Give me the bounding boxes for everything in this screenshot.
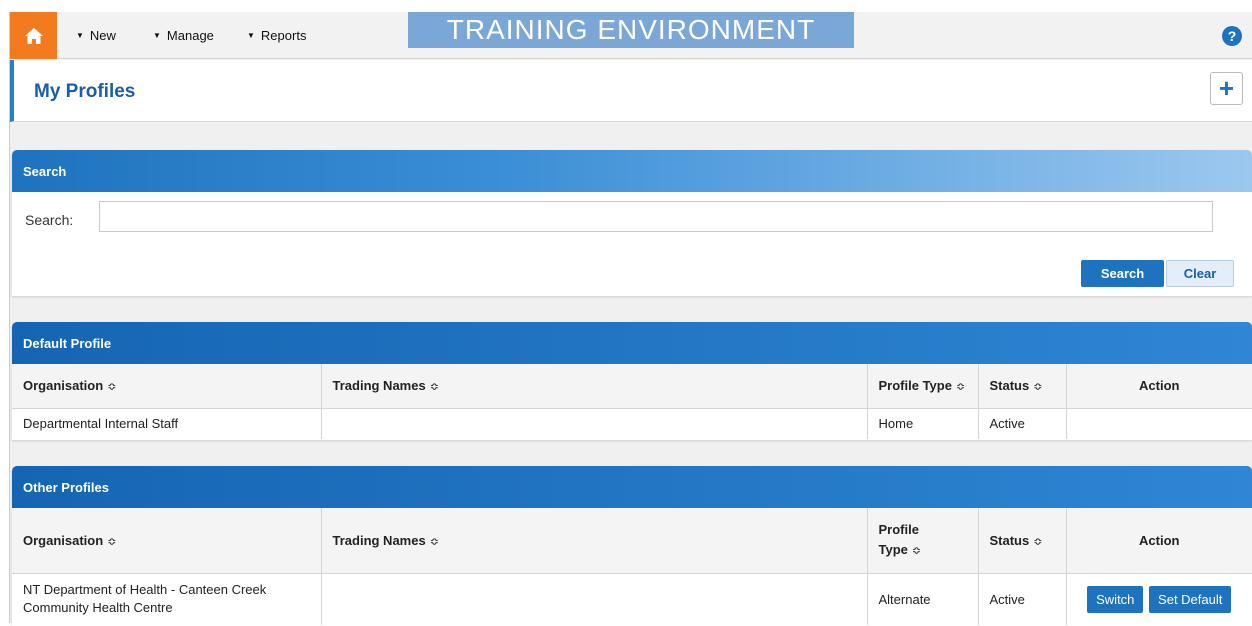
nav-reports-label: Reports bbox=[260, 28, 307, 43]
sort-icon: ≎ bbox=[107, 535, 117, 548]
other-profiles-panel: Other Profiles Organisation ≎ Trading Nam… bbox=[12, 466, 1252, 626]
table-row: Departmental Internal Staff Home Active bbox=[12, 408, 1252, 439]
sort-icon: ≎ bbox=[429, 381, 439, 394]
cell-status: Active bbox=[978, 408, 1067, 439]
nav-new-label: New bbox=[89, 28, 116, 43]
cell-action bbox=[1066, 408, 1252, 439]
column-header-status[interactable]: Status ≎ bbox=[978, 364, 1067, 408]
switch-button[interactable]: Switch bbox=[1087, 585, 1144, 613]
table-header-row: Organisation ≎ Trading Names ≎ Profile Type… bbox=[12, 508, 1252, 573]
cell-trading-names bbox=[321, 573, 868, 625]
other-profiles-title: Other Profiles bbox=[12, 466, 1252, 508]
sort-icon: ≎ bbox=[107, 381, 117, 394]
search-panel-title: Search bbox=[12, 150, 1252, 192]
cell-status: Active bbox=[978, 573, 1067, 625]
column-header-action: Action bbox=[1139, 378, 1180, 394]
column-header-profile-type[interactable]: Profile Type ≎ bbox=[867, 364, 979, 408]
search-button[interactable]: Search bbox=[1081, 260, 1164, 287]
column-header-action: Action bbox=[1139, 532, 1180, 548]
column-header-trading-names[interactable]: Trading Names ≎ bbox=[321, 364, 868, 408]
page-header: My Profiles + bbox=[10, 60, 1252, 122]
column-header-trading-names[interactable]: Trading Names ≎ bbox=[321, 508, 868, 573]
page-title: My Profiles bbox=[34, 81, 136, 102]
add-profile-button[interactable]: + bbox=[1210, 72, 1243, 105]
default-profile-table: Organisation ≎ Trading Names ≎ Profile Typ… bbox=[12, 364, 1252, 439]
default-profile-title: Default Profile bbox=[12, 322, 1252, 364]
cell-organisation: Departmental Internal Staff bbox=[12, 408, 322, 439]
sort-icon: ≎ bbox=[429, 535, 439, 548]
sort-icon: ≎ bbox=[1033, 535, 1043, 548]
clear-button[interactable]: Clear bbox=[1166, 260, 1234, 287]
search-label: Search: bbox=[25, 212, 74, 228]
home-button[interactable] bbox=[10, 12, 57, 59]
help-icon[interactable]: ? bbox=[1222, 26, 1242, 46]
table-row: NT Department of Health - Canteen Creek C… bbox=[12, 573, 1252, 625]
training-environment-banner: TRAINING ENVIRONMENT bbox=[408, 12, 854, 48]
cell-trading-names bbox=[321, 408, 868, 439]
column-header-profile-type[interactable]: Profile Type ≎ bbox=[867, 508, 979, 573]
column-header-status[interactable]: Status ≎ bbox=[978, 508, 1067, 573]
column-header-organisation[interactable]: Organisation ≎ bbox=[12, 508, 322, 573]
default-profile-panel: Default Profile Organisation ≎ Trading Na… bbox=[12, 322, 1252, 440]
nav-manage-label: Manage bbox=[166, 28, 214, 43]
set-default-button[interactable]: Set Default bbox=[1149, 585, 1232, 613]
caret-down-icon: ▼ bbox=[153, 31, 161, 40]
sort-icon: ≎ bbox=[911, 544, 922, 557]
other-profiles-table: Organisation ≎ Trading Names ≎ Profile Type… bbox=[12, 508, 1252, 625]
top-nav: ▼ New ▼ Manage ▼ Reports TRAINING ENVIRO… bbox=[10, 12, 1252, 59]
sort-icon: ≎ bbox=[955, 381, 966, 394]
nav-new-menu[interactable]: ▼ New bbox=[76, 12, 116, 59]
table-header-row: Organisation ≎ Trading Names ≎ Profile Typ… bbox=[12, 364, 1252, 408]
cell-profile-type: Alternate bbox=[867, 573, 979, 625]
caret-down-icon: ▼ bbox=[247, 31, 255, 40]
search-input[interactable] bbox=[99, 201, 1213, 232]
home-icon bbox=[24, 27, 43, 44]
cell-organisation: NT Department of Health - Canteen Creek C… bbox=[12, 573, 322, 625]
nav-reports-menu[interactable]: ▼ Reports bbox=[247, 12, 306, 59]
nav-manage-menu[interactable]: ▼ Manage bbox=[153, 12, 214, 59]
app-frame: ▼ New ▼ Manage ▼ Reports TRAINING ENVIRO… bbox=[9, 12, 1252, 626]
caret-down-icon: ▼ bbox=[76, 31, 84, 40]
plus-icon: + bbox=[1218, 73, 1235, 103]
cell-profile-type: Home bbox=[867, 408, 979, 439]
sort-icon: ≎ bbox=[1033, 381, 1043, 394]
search-panel: Search Search: Search Clear bbox=[12, 150, 1252, 296]
cell-action: Switch Set Default bbox=[1066, 573, 1252, 625]
column-header-organisation[interactable]: Organisation ≎ bbox=[12, 364, 322, 408]
